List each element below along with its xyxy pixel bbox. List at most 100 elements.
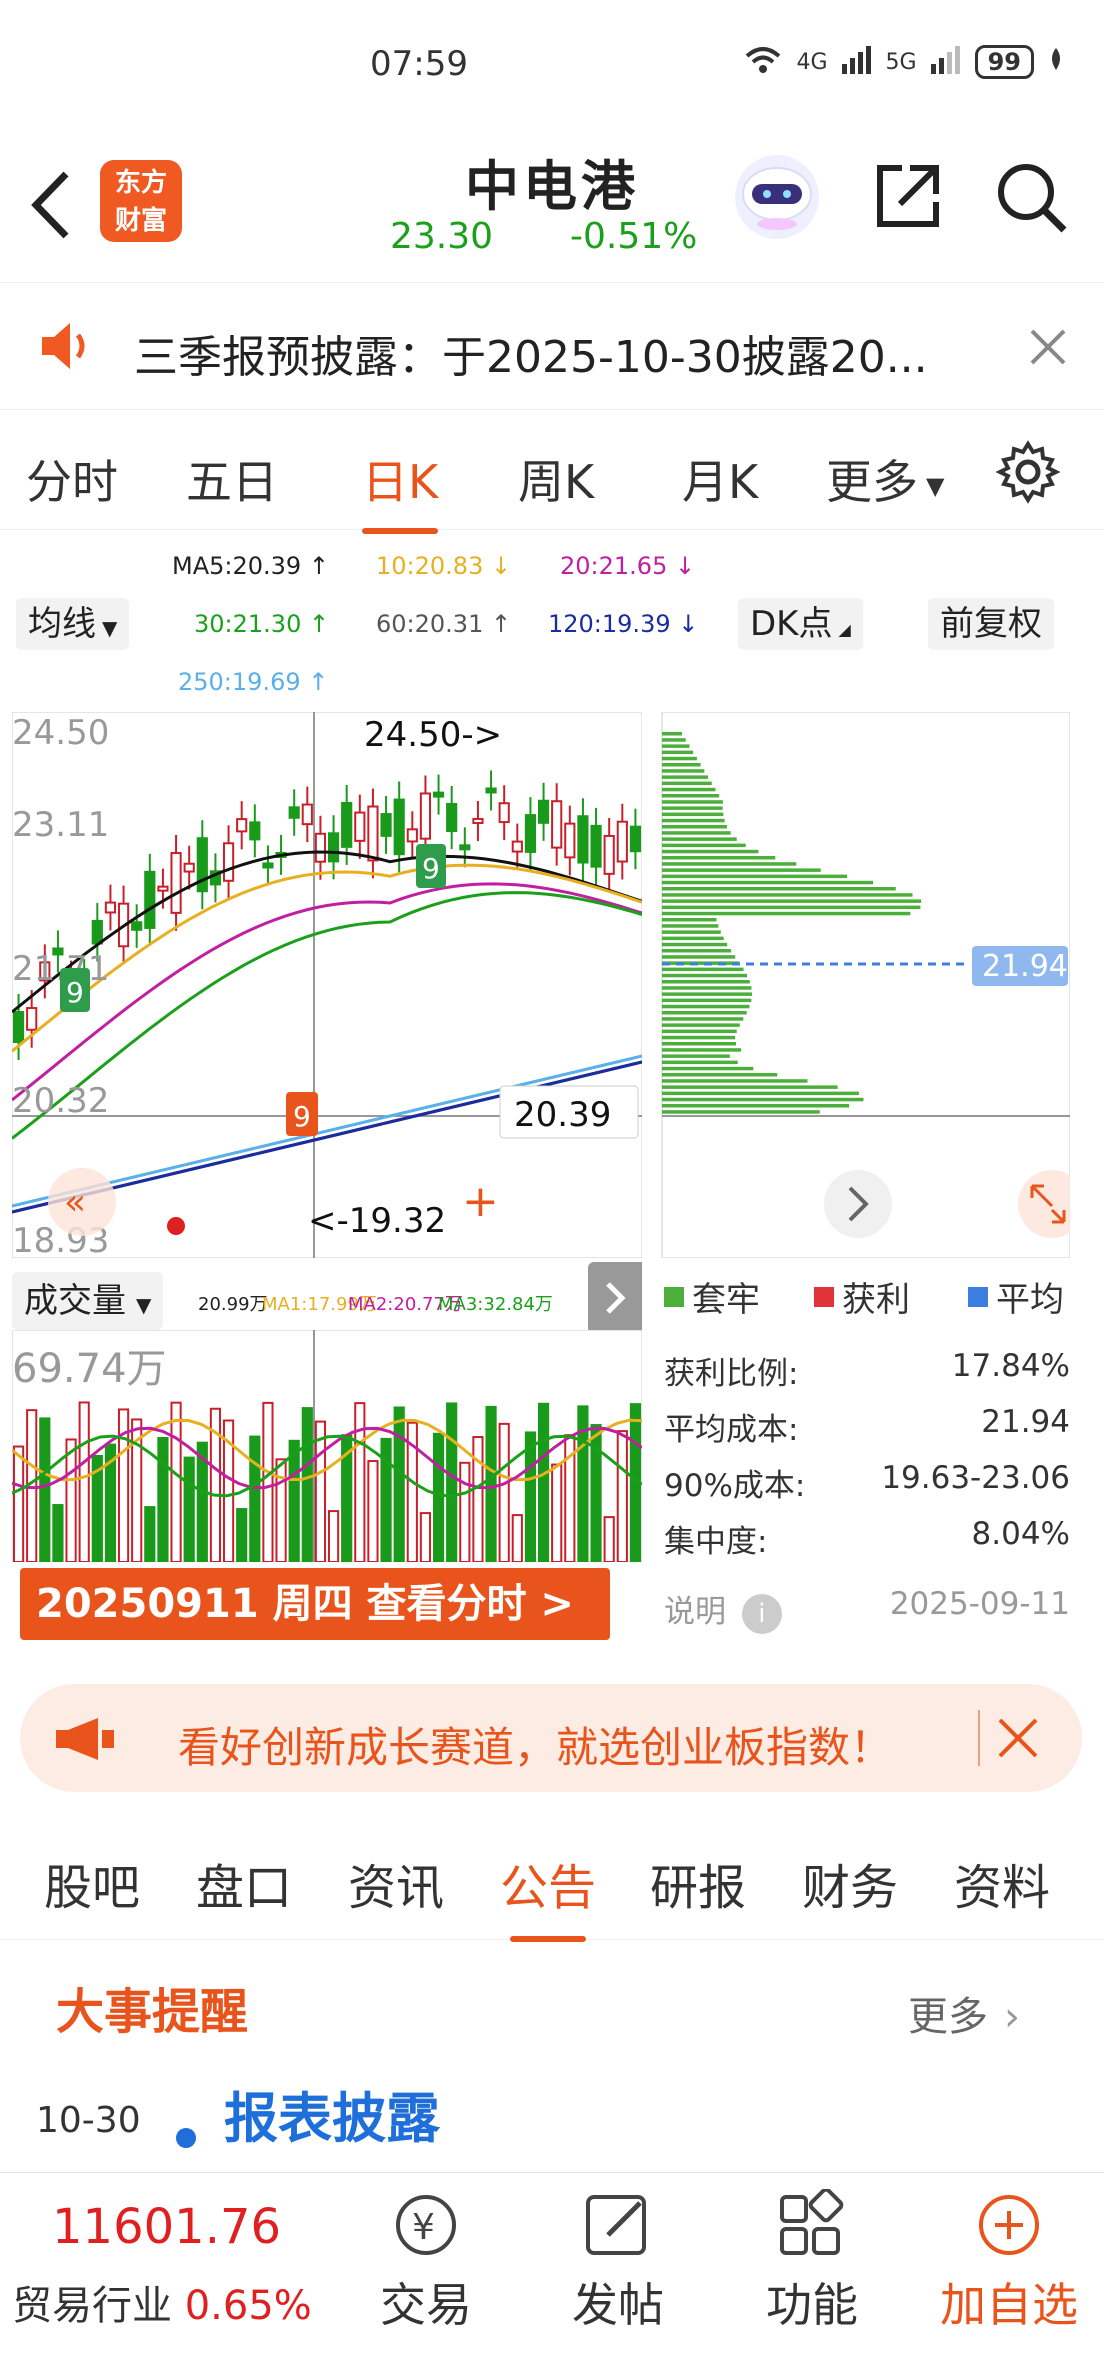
tab-more[interactable]: 更多 ▼	[826, 446, 944, 512]
content-tabs: 股吧 盘口 资讯 公告 研报 财务 资料	[0, 1812, 1104, 1942]
events-title: 大事提醒	[56, 1984, 249, 2040]
index-value[interactable]: 11601.76	[52, 2199, 281, 2255]
tab-announcements[interactable]: 公告	[500, 1848, 596, 1942]
caret-down-icon: ▼	[102, 616, 118, 640]
nav-add-watchlist[interactable]: 加自选	[924, 2189, 1094, 2335]
stat-label: 平均成本:	[664, 1412, 799, 1448]
legend-profit: 获利	[814, 1272, 910, 1321]
tab-monthly-k[interactable]: 月K	[682, 446, 758, 512]
candle	[551, 800, 563, 849]
volume-bar	[275, 1458, 287, 1562]
chip-bar	[662, 862, 797, 866]
candle	[222, 842, 235, 882]
tab-more-label: 更多	[826, 455, 918, 509]
status-time: 07:59	[370, 44, 468, 84]
volume-bar	[183, 1456, 195, 1562]
legend-swatch-trapped	[664, 1286, 684, 1307]
speaker-icon	[38, 319, 96, 377]
caret-down-icon: ▼	[136, 1293, 152, 1317]
adjust-mode-button[interactable]: 前复权	[928, 598, 1054, 650]
ma120-label: 120:19.39 ↓	[548, 610, 699, 638]
volume-bar	[236, 1508, 248, 1562]
nav-functions[interactable]: 功能	[742, 2187, 882, 2335]
settings-gear-icon[interactable]	[995, 440, 1061, 508]
candle	[564, 822, 576, 859]
close-icon[interactable]	[1028, 327, 1068, 371]
ma-select[interactable]: 均线 ▼	[16, 598, 130, 650]
candle	[459, 844, 471, 851]
chip-stat-concentration: 集中度: 8.04%	[664, 1516, 1070, 1561]
candle	[314, 832, 327, 863]
signal-4g-label: 4G	[796, 49, 828, 75]
chip-bar	[662, 812, 724, 817]
ad-banner[interactable]: 看好创新成长赛道，就选创业板指数！	[20, 1684, 1082, 1792]
nav-post[interactable]: 发帖	[548, 2189, 688, 2335]
chip-bar	[662, 967, 744, 972]
tab-profile[interactable]: 资料	[954, 1848, 1050, 1918]
signal-icon	[841, 44, 872, 80]
tab-daily-k[interactable]: 日K	[362, 446, 439, 534]
tab-financials[interactable]: 财务	[802, 1848, 898, 1918]
candle	[393, 798, 405, 856]
chip-bar	[662, 1048, 742, 1052]
chip-bar	[662, 732, 682, 736]
chip-bar	[662, 750, 694, 755]
notice-bar[interactable]: 三季报预披露：于2025-10-30披露20...	[0, 282, 1104, 410]
tab-forum[interactable]: 股吧	[44, 1848, 140, 1918]
legend-swatch-average	[968, 1286, 988, 1307]
chip-next-button[interactable]	[824, 1170, 892, 1238]
volume-select[interactable]: 成交量 ▼	[12, 1272, 164, 1330]
volume-bar	[432, 1432, 445, 1562]
view-intraday-button[interactable]: 20250911 周四 查看分时 >	[20, 1568, 610, 1640]
wifi-icon	[743, 44, 783, 80]
chip-bar	[662, 1029, 737, 1034]
info-icon[interactable]: i	[741, 1594, 782, 1634]
index-name-row[interactable]: 贸易行业 0.65%	[12, 2273, 312, 2331]
ma250-label: 250:19.69 ↑	[178, 668, 329, 696]
note-label: 说明	[664, 1594, 726, 1630]
robot-assistant-icon[interactable]	[732, 152, 822, 246]
nav-trade-label: 交易	[380, 2278, 472, 2332]
candlestick-chart[interactable]: 24.50 23.11 21.71 20.32 18.93 24.50-> <-…	[12, 712, 642, 1258]
candle	[380, 813, 392, 837]
candle	[12, 1011, 25, 1043]
zoom-plus-icon[interactable]: +	[462, 1176, 499, 1227]
chip-note-row[interactable]: 说明 i 2025-09-11	[664, 1586, 1070, 1634]
chip-bar	[662, 1060, 738, 1065]
chip-bar	[662, 794, 720, 798]
events-more-link[interactable]: 更多 ›	[908, 1984, 1020, 2042]
stock-header: 东方 财富 中电港 23.30 -0.51%	[0, 130, 1104, 280]
expand-panel-button[interactable]	[588, 1262, 642, 1334]
candle	[249, 821, 261, 841]
stat-value: 19.63-23.06	[881, 1460, 1070, 1496]
tab-five-day[interactable]: 五日	[186, 446, 278, 512]
ma-select-label: 均线	[28, 604, 96, 644]
tab-order-book[interactable]: 盘口	[196, 1848, 292, 1918]
chip-bar	[662, 843, 746, 848]
chip-bar	[662, 1085, 838, 1089]
candle	[262, 862, 274, 869]
stat-value: 8.04%	[971, 1516, 1070, 1552]
avg-cost-value: 21.94	[982, 949, 1068, 984]
volume-bar	[551, 1463, 563, 1562]
share-icon[interactable]	[870, 158, 946, 238]
tab-research[interactable]: 研报	[650, 1848, 746, 1918]
search-icon[interactable]	[994, 160, 1070, 240]
chip-distribution-chart[interactable]: 21.94	[660, 712, 1070, 1258]
dk-button-label: DK点	[750, 604, 833, 644]
event-name[interactable]: 报表披露	[224, 2074, 440, 2153]
close-icon[interactable]	[996, 1716, 1040, 1764]
ad-text: 看好创新成长赛道，就选创业板指数！	[178, 1723, 893, 1772]
candle	[131, 921, 143, 931]
volume-chart[interactable]: 69.74万	[12, 1330, 642, 1562]
legend-profit-label: 获利	[842, 1280, 910, 1320]
tab-news[interactable]: 资讯	[348, 1848, 444, 1918]
volume-bar	[262, 1401, 274, 1562]
tab-weekly-k[interactable]: 周K	[518, 446, 594, 512]
tab-intraday[interactable]: 分时	[26, 446, 118, 512]
chip-bar	[662, 930, 721, 934]
volume-bar	[354, 1402, 366, 1562]
dk-point-button[interactable]: DK点 ◢	[738, 598, 863, 650]
nav-trade[interactable]: ¥ 交易	[356, 2189, 496, 2335]
candle	[603, 834, 615, 875]
